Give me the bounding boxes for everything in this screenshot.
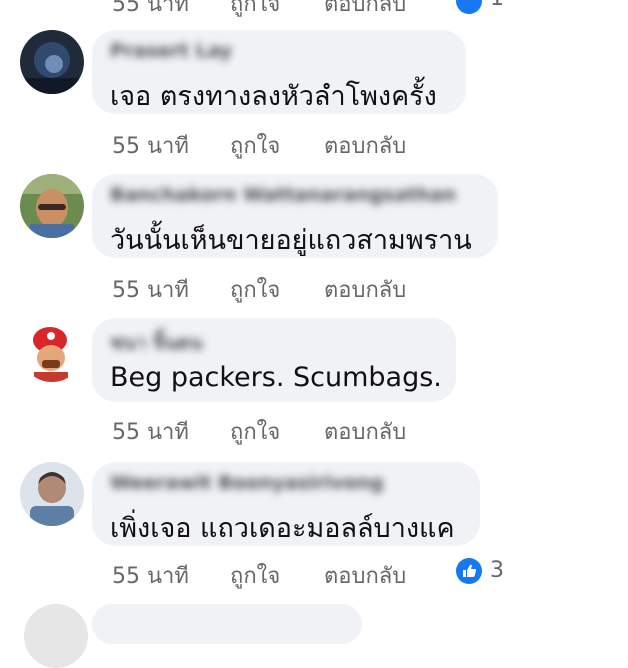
like-count: 1: [490, 0, 504, 11]
like-link[interactable]: ถูกใจ: [230, 558, 280, 593]
thumbs-up-icon[interactable]: [456, 558, 482, 584]
like-link[interactable]: ถูกใจ: [230, 272, 280, 307]
commenter-name[interactable]: Prasert Lay: [110, 40, 232, 62]
comment-time: 55 นาที: [112, 0, 189, 17]
like-link[interactable]: ถูกใจ: [230, 0, 280, 21]
comment-time[interactable]: 55 นาที: [112, 414, 189, 449]
reply-link[interactable]: ตอบกลับ: [324, 128, 406, 163]
comment-time[interactable]: 55 นาที: [112, 272, 189, 307]
comment-time[interactable]: 55 นาที: [112, 558, 189, 593]
commenter-name[interactable]: Weerawit Boonyasirivong: [110, 472, 384, 494]
commenter-name[interactable]: Banchakorn Wattanarangsathan: [110, 184, 456, 206]
like-count: 3: [490, 558, 504, 583]
avatar[interactable]: [20, 318, 84, 382]
like-link[interactable]: ถูกใจ: [230, 128, 280, 163]
comment-bubble: [92, 604, 362, 644]
like-reaction-icon: [456, 0, 482, 14]
comment-bubble: Banchakorn Wattanarangsathan วันนั้นเห็น…: [92, 174, 498, 258]
avatar[interactable]: [20, 174, 84, 238]
like-link[interactable]: ถูกใจ: [230, 414, 280, 449]
comment-text: เพิ่งเจอ แถวเดอะมอลล์บางแค: [110, 513, 455, 544]
comment-time[interactable]: 55 นาที: [112, 128, 189, 163]
comment-bubble: Weerawit Boonyasirivong เพิ่งเจอ แถวเดอะ…: [92, 462, 480, 546]
commenter-name[interactable]: ชนา จิ้นตน: [110, 328, 203, 358]
reply-link[interactable]: ตอบกลับ: [324, 272, 406, 307]
avatar[interactable]: [20, 462, 84, 526]
comment-text: Beg packers. Scumbags.: [110, 362, 442, 393]
reply-link[interactable]: ตอบกลับ: [324, 414, 406, 449]
comment-bubble: ชนา จิ้นตน Beg packers. Scumbags.: [92, 318, 456, 402]
comment-text: เจอ ตรงทางลงหัวลำโพงครั้ง: [110, 81, 437, 112]
comment-bubble: Prasert Lay เจอ ตรงทางลงหัวลำโพงครั้ง: [92, 30, 466, 114]
reply-link[interactable]: ตอบกลับ: [324, 558, 406, 593]
comment-text: วันนั้นเห็นขายอยู่แถวสามพราน: [110, 225, 472, 256]
avatar[interactable]: [20, 30, 84, 94]
reply-link[interactable]: ตอบกลับ: [324, 0, 406, 21]
